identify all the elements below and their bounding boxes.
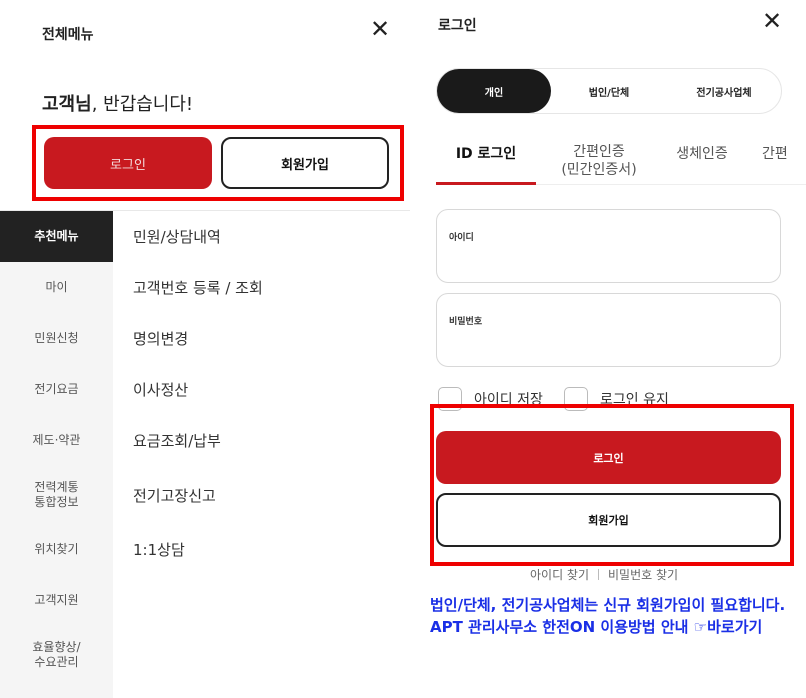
submenu-list: 민원/상담내역 고객번호 등록 / 조회 명의변경 이사정산 요금조회/납부 전… [113, 211, 410, 575]
tab-more[interactable]: 간편 [762, 145, 806, 163]
category-grid-info[interactable]: 전력계통 통합정보 [0, 466, 113, 524]
password-input[interactable] [449, 332, 769, 358]
greeting-name: 고객님 [42, 94, 92, 115]
corporate-notice[interactable]: 법인/단체, 전기공사업체는 신규 회원가입이 필요합니다. APT 관리사무소… [430, 594, 790, 638]
find-password-link[interactable]: 비밀번호 찾기 [608, 566, 678, 583]
link-separator [598, 569, 600, 580]
category-recommended[interactable]: 추천메뉴 [0, 211, 113, 262]
category-efficiency[interactable]: 효율향상/ 수요관리 [0, 626, 113, 684]
highlight-box [32, 125, 404, 201]
close-icon[interactable]: ✕ [370, 17, 390, 41]
category-policy-terms[interactable]: 제도·약관 [0, 415, 113, 466]
full-menu-panel: 전체메뉴 ✕ 고객님, 반갑습니다! 로그인 회원가입 추천메뉴 마이 민원신청… [0, 0, 410, 698]
login-panel: 로그인 ✕ 개인 법인/단체 전기공사업체 ID 로그인 간편인증 (민간인증서… [412, 0, 806, 698]
segment-contractor[interactable]: 전기공사업체 [667, 69, 781, 113]
find-links: 아이디 찾기 비밀번호 찾기 [530, 566, 678, 583]
segment-personal[interactable]: 개인 [437, 69, 551, 113]
category-list: 추천메뉴 마이 민원신청 전기요금 제도·약관 전력계통 통합정보 위치찾기 고… [0, 211, 113, 698]
submenu-item[interactable]: 이사정산 [113, 364, 410, 415]
close-icon[interactable]: ✕ [762, 9, 782, 33]
submenu-item[interactable]: 1:1상담 [113, 524, 410, 575]
password-label: 비밀번호 [449, 317, 483, 327]
segment-corporate[interactable]: 법인/단체 [553, 69, 665, 113]
tab-simple-auth[interactable]: 간편인증 (민간인증서) [544, 143, 654, 179]
submenu-item[interactable]: 요금조회/납부 [113, 415, 410, 466]
category-civil-request[interactable]: 민원신청 [0, 313, 113, 364]
active-tab-underline [436, 182, 536, 185]
member-type-segment: 개인 법인/단체 전기공사업체 [436, 68, 782, 114]
greeting-text: , 반갑습니다! [91, 94, 194, 115]
category-location[interactable]: 위치찾기 [0, 524, 113, 575]
find-id-link[interactable]: 아이디 찾기 [530, 566, 589, 583]
greeting: 고객님, 반갑습니다! [42, 90, 193, 116]
password-field[interactable]: 비밀번호 [436, 293, 781, 367]
submenu-item[interactable]: 민원/상담내역 [113, 211, 410, 262]
full-menu-title: 전체메뉴 [42, 27, 94, 43]
category-support[interactable]: 고객지원 [0, 575, 113, 626]
id-label: 아이디 [449, 233, 474, 243]
category-electric-bill[interactable]: 전기요금 [0, 364, 113, 415]
submenu-item[interactable]: 명의변경 [113, 313, 410, 364]
category-my[interactable]: 마이 [0, 262, 113, 313]
submenu-item[interactable]: 고객번호 등록 / 조회 [113, 262, 410, 313]
tab-id-login[interactable]: ID 로그인 [436, 145, 536, 163]
submenu-item[interactable]: 전기고장신고 [113, 466, 410, 524]
tab-biometric[interactable]: 생체인증 [662, 145, 742, 163]
id-input[interactable] [449, 248, 769, 274]
login-method-tabs: ID 로그인 간편인증 (민간인증서) 생체인증 간편 [436, 143, 806, 185]
highlight-box [430, 404, 794, 566]
login-title: 로그인 [438, 18, 477, 34]
id-field[interactable]: 아이디 [436, 209, 781, 283]
